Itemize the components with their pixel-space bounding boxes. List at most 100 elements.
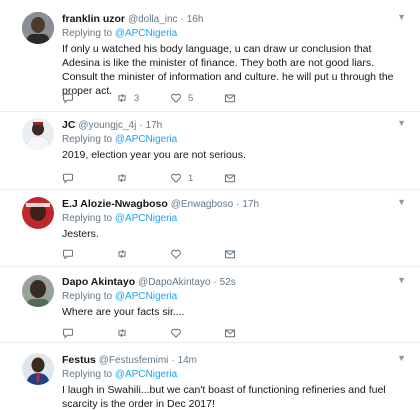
user-handle[interactable]: @youngjc_4j [78,120,136,131]
reply-icon [62,173,74,184]
mention-link[interactable]: @APCNigeria [115,134,177,145]
chevron-down-icon[interactable]: ▼ [397,353,406,363]
reply-icon [62,249,74,260]
heart-icon [171,93,181,103]
timestamp[interactable]: 16h [187,14,204,25]
tweet-item[interactable]: Dapo Akintayo @DapoAkintayo · 52s ▼ Repl… [0,267,420,343]
direct-message-button[interactable] [224,91,236,105]
envelope-icon [224,250,236,259]
replying-to-label: Replying to [62,28,113,39]
reply-thread: franklin uzor @dolla_inc · 16h ▼ Replyin… [0,0,420,410]
replying-to: Replying to @APCNigeria [62,212,406,225]
display-name[interactable]: Dapo Akintayo [62,276,135,288]
user-handle[interactable]: @Festusfemimi [99,355,169,366]
direct-message-button[interactable] [224,171,236,185]
replying-to-label: Replying to [62,291,113,302]
separator-dot: · [180,14,184,25]
tweet-text: 2019, election year you are not serious. [62,149,246,161]
tweet-item[interactable]: Festus @Festusfemimi · 14m ▼ Replying to… [0,343,420,410]
mention-link[interactable]: @APCNigeria [115,369,177,380]
heart-icon [171,173,181,183]
chevron-down-icon[interactable]: ▼ [397,275,406,285]
retweet-button[interactable] [116,326,134,340]
reply-icon [62,93,74,104]
mention-link[interactable]: @APCNigeria [115,291,177,302]
envelope-icon [224,329,236,338]
user-handle[interactable]: @Enwagboso [171,199,233,210]
tweet-actions: 1 [62,171,262,185]
tweet-actions: 3 5 [62,91,262,105]
like-count: 1 [188,172,194,184]
tweet-header: E.J Alozie-Nwagboso @Enwagboso · 17h [62,197,406,211]
like-button[interactable]: 1 [170,171,193,185]
display-name[interactable]: E.J Alozie-Nwagboso [62,198,168,210]
retweet-button[interactable]: 3 [116,91,139,105]
tweet-header: franklin uzor @dolla_inc · 16h [62,12,406,26]
tweet-item[interactable]: E.J Alozie-Nwagboso @Enwagboso · 17h ▼ R… [0,190,420,267]
replying-to-label: Replying to [62,213,113,224]
avatar[interactable] [22,12,54,44]
envelope-icon [224,94,236,103]
replying-to-label: Replying to [62,134,113,145]
heart-icon [171,328,181,338]
avatar[interactable] [22,118,54,150]
timestamp[interactable]: 17h [146,120,163,131]
replying-to: Replying to @APCNigeria [62,133,406,146]
reply-button[interactable] [62,171,80,185]
tweet-text: Where are your facts sir.... [62,306,185,318]
display-name[interactable]: Festus [62,354,96,366]
mention-link[interactable]: @APCNigeria [115,213,177,224]
mention-link[interactable]: @APCNigeria [115,28,177,39]
timestamp[interactable]: 52s [220,277,236,288]
tweet-text: If only u watched his body language, u c… [62,43,394,97]
tweet-text: Jesters. [62,228,99,240]
reply-button[interactable] [62,247,80,261]
avatar[interactable] [22,197,54,229]
tweet-actions [62,326,262,340]
tweet-header: JC @youngjc_4j · 17h [62,118,406,132]
retweet-button[interactable] [116,247,134,261]
chevron-down-icon[interactable]: ▼ [397,12,406,22]
avatar[interactable] [22,275,54,307]
chevron-down-icon[interactable]: ▼ [397,118,406,128]
like-button[interactable] [170,326,188,340]
tweet-header: Festus @Festusfemimi · 14m [62,353,406,367]
retweet-icon [118,93,126,103]
envelope-icon [224,174,236,183]
display-name[interactable]: franklin uzor [62,13,125,25]
timestamp[interactable]: 17h [242,199,259,210]
like-count: 5 [188,92,194,104]
reply-button[interactable] [62,91,80,105]
reply-icon [62,328,74,339]
reply-button[interactable] [62,326,80,340]
direct-message-button[interactable] [224,247,236,261]
separator-dot: · [213,277,217,288]
avatar[interactable] [22,353,54,385]
heart-icon [171,249,181,259]
tweet-header: Dapo Akintayo @DapoAkintayo · 52s [62,275,406,289]
separator-dot: · [139,120,143,131]
display-name[interactable]: JC [62,119,75,131]
user-handle[interactable]: @DapoAkintayo [138,277,210,288]
retweet-icon [118,173,126,183]
replying-to: Replying to @APCNigeria [62,368,406,381]
tweet-item[interactable]: franklin uzor @dolla_inc · 16h ▼ Replyin… [0,0,420,112]
separator-dot: · [236,199,240,210]
like-button[interactable] [170,247,188,261]
retweet-icon [118,328,126,338]
retweet-count: 3 [134,92,140,104]
tweet-text: I laugh in Swahili...but we can't boast … [62,384,386,410]
user-handle[interactable]: @dolla_inc [128,14,178,25]
replying-to: Replying to @APCNigeria [62,27,406,40]
retweet-icon [118,249,126,259]
timestamp[interactable]: 14m [178,355,197,366]
replying-to: Replying to @APCNigeria [62,290,406,303]
direct-message-button[interactable] [224,326,236,340]
tweet-actions [62,247,262,261]
separator-dot: · [171,355,175,366]
retweet-button[interactable] [116,171,134,185]
replying-to-label: Replying to [62,369,113,380]
chevron-down-icon[interactable]: ▼ [397,197,406,207]
like-button[interactable]: 5 [170,91,193,105]
tweet-item[interactable]: JC @youngjc_4j · 17h ▼ Replying to @APCN… [0,112,420,190]
